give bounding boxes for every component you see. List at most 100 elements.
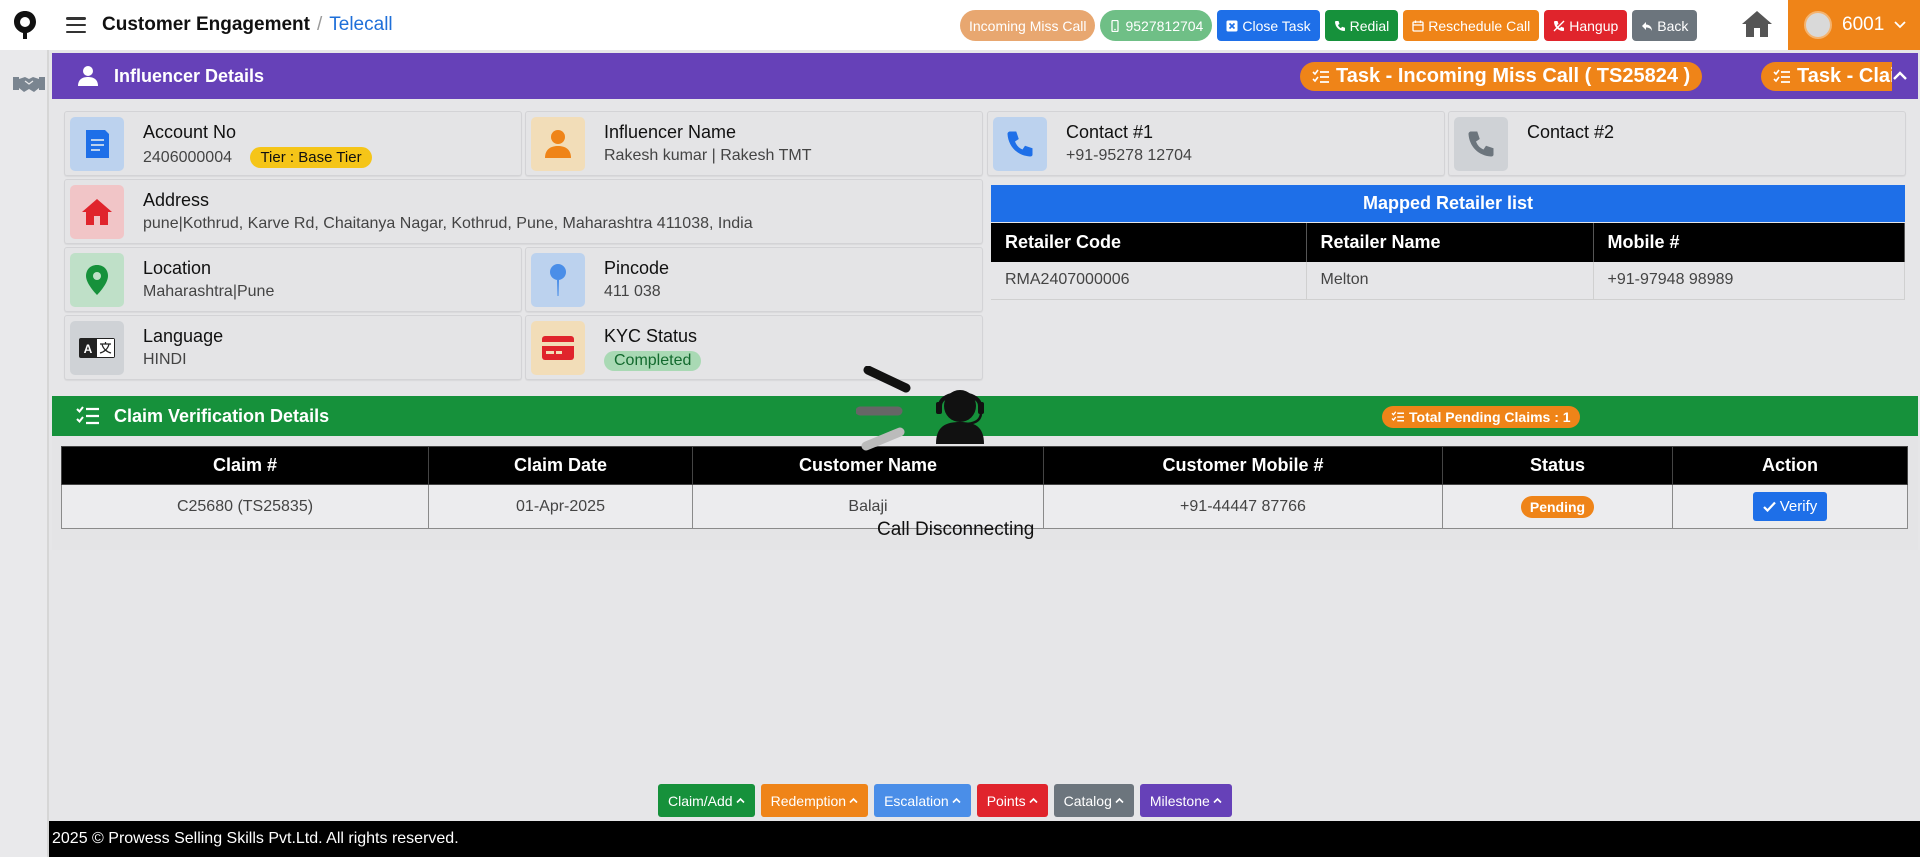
kyc-status-badge: Completed bbox=[604, 351, 702, 371]
escalation-button[interactable]: Escalation bbox=[874, 784, 971, 817]
retailer-name-cell: Melton bbox=[1306, 262, 1594, 300]
menu-toggle-icon[interactable] bbox=[64, 15, 88, 35]
location-card: Location Maharashtra|Pune bbox=[64, 247, 522, 312]
claim-number-cell: C25680 (TS25835) bbox=[61, 484, 429, 529]
phone-icon bbox=[993, 117, 1047, 171]
close-task-button[interactable]: Close Task bbox=[1217, 10, 1320, 41]
tier-badge: Tier : Base Tier bbox=[250, 147, 372, 168]
task-list-icon bbox=[76, 406, 99, 425]
pincode-value: 411 038 bbox=[604, 283, 661, 300]
column-header[interactable]: Action bbox=[1672, 446, 1908, 485]
influencer-details-title: Influencer Details bbox=[114, 65, 265, 86]
reschedule-call-button[interactable]: Reschedule Call bbox=[1403, 10, 1540, 41]
map-pin-icon bbox=[531, 253, 585, 307]
chevron-up-icon bbox=[736, 797, 745, 804]
table-row: RMA2407000006 Melton +91-97948 98989 bbox=[991, 262, 1905, 300]
account-card: Account No 2406000004 Tier : Base Tier bbox=[64, 111, 522, 176]
check-icon bbox=[1762, 501, 1776, 512]
retailer-table: Retailer Code Retailer Name Mobile # RMA… bbox=[991, 223, 1905, 300]
task-incoming-miss-call-chip[interactable]: Task - Incoming Miss Call ( TS25824 ) bbox=[1300, 62, 1703, 91]
user-code: 6001 bbox=[1842, 14, 1885, 35]
phone-hangup-icon bbox=[1553, 20, 1565, 31]
incoming-miss-call-badge[interactable]: Incoming Miss Call bbox=[960, 10, 1096, 41]
column-header[interactable]: Retailer Name bbox=[1306, 223, 1594, 262]
phone-icon bbox=[1454, 117, 1508, 171]
task-claim-verification-chip[interactable]: Task - Claim Ve bbox=[1761, 62, 1892, 91]
address-value: pune|Kothrud, Karve Rd, Chaitanya Nagar,… bbox=[143, 215, 753, 232]
language-icon: A bbox=[70, 321, 124, 375]
task-chip-overflow: Task - Claim Ve bbox=[1752, 53, 1892, 99]
column-header[interactable]: Claim Date bbox=[428, 446, 693, 485]
footer: 2025 © Prowess Selling Skills Pvt.Ltd. A… bbox=[49, 821, 1920, 857]
status-badge: Pending bbox=[1520, 495, 1595, 518]
user-icon bbox=[78, 66, 98, 86]
home-icon[interactable] bbox=[1740, 9, 1774, 39]
language-card: A Language HINDI bbox=[64, 315, 522, 380]
column-header[interactable]: Status bbox=[1442, 446, 1673, 485]
contact1-value[interactable]: +91-95278 12704 bbox=[1066, 147, 1192, 165]
breadcrumb-title: Customer Engagement bbox=[102, 14, 310, 35]
app-logo-icon[interactable] bbox=[0, 0, 50, 50]
influencer-name-value: Rakesh kumar | Rakesh TMT bbox=[604, 147, 812, 164]
claim-add-button[interactable]: Claim/Add bbox=[658, 784, 755, 817]
catalog-label: Catalog bbox=[1063, 792, 1112, 809]
redemption-button[interactable]: Redemption bbox=[760, 784, 869, 817]
task-list-icon bbox=[1391, 411, 1404, 422]
language-label: Language bbox=[143, 326, 224, 346]
milestone-button[interactable]: Milestone bbox=[1139, 784, 1232, 817]
retailer-mobile-cell: +91-97948 98989 bbox=[1593, 262, 1905, 300]
chevron-up-icon bbox=[952, 797, 961, 804]
location-label: Location bbox=[143, 258, 212, 278]
reply-icon bbox=[1642, 21, 1653, 31]
column-header[interactable]: Claim # bbox=[61, 446, 429, 485]
breadcrumb-separator: / bbox=[316, 14, 323, 35]
close-square-icon bbox=[1226, 20, 1238, 31]
phone-number-badge[interactable]: 9527812704 bbox=[1100, 10, 1213, 41]
verify-button[interactable]: Verify bbox=[1752, 492, 1828, 521]
task-list-icon bbox=[1773, 69, 1790, 83]
chevron-up-icon bbox=[849, 797, 858, 804]
chevron-up-icon[interactable] bbox=[1886, 62, 1914, 90]
pincode-card: Pincode 411 038 bbox=[525, 247, 983, 312]
call-action-toolbar: Incoming Miss Call 9527812704 Close Task… bbox=[960, 10, 1698, 41]
call-status-text: Call Disconnecting bbox=[877, 519, 1035, 540]
left-sidebar bbox=[0, 50, 49, 857]
spinner-icon bbox=[856, 366, 911, 451]
column-header[interactable]: Customer Mobile # bbox=[1043, 446, 1443, 485]
kyc-status-value: Completed bbox=[604, 351, 702, 371]
home-icon bbox=[70, 185, 124, 239]
back-label: Back bbox=[1657, 17, 1689, 34]
column-header[interactable]: Mobile # bbox=[1593, 223, 1905, 262]
kyc-status-label: KYC Status bbox=[604, 326, 698, 346]
handshake-icon[interactable] bbox=[12, 72, 46, 96]
total-pending-claims-chip[interactable]: Total Pending Claims : 1 bbox=[1382, 406, 1580, 428]
user-menu-button[interactable]: 6001 bbox=[1788, 0, 1920, 50]
reschedule-call-label: Reschedule Call bbox=[1428, 17, 1531, 34]
chevron-up-icon bbox=[1115, 797, 1124, 804]
map-marker-icon bbox=[70, 253, 124, 307]
back-button[interactable]: Back bbox=[1632, 10, 1698, 41]
copyright-text: 2025 © Prowess Selling Skills Pvt.Ltd. A… bbox=[52, 830, 459, 847]
breadcrumb-link-telecall[interactable]: Telecall bbox=[329, 14, 392, 36]
chevron-up-icon bbox=[1213, 797, 1222, 804]
catalog-button[interactable]: Catalog bbox=[1053, 784, 1134, 817]
influencer-name-card: Influencer Name Rakesh kumar | Rakesh TM… bbox=[525, 111, 983, 176]
headset-agent-icon bbox=[936, 390, 984, 444]
document-icon bbox=[70, 117, 124, 171]
hangup-button[interactable]: Hangup bbox=[1544, 10, 1628, 41]
redial-button[interactable]: Redial bbox=[1324, 10, 1399, 41]
points-button[interactable]: Points bbox=[976, 784, 1048, 817]
account-no-label: Account No bbox=[143, 122, 237, 142]
milestone-label: Milestone bbox=[1149, 792, 1210, 809]
column-header[interactable]: Retailer Code bbox=[991, 223, 1307, 262]
close-task-label: Close Task bbox=[1242, 17, 1311, 34]
total-pending-claims-label: Total Pending Claims : 1 bbox=[1409, 409, 1571, 425]
svg-text:A: A bbox=[84, 342, 93, 356]
retailer-code-cell: RMA2407000006 bbox=[991, 262, 1307, 300]
mobile-icon bbox=[1111, 19, 1120, 32]
claim-verification-title: Claim Verification Details bbox=[114, 405, 330, 426]
address-card: Address pune|Kothrud, Karve Rd, Chaitany… bbox=[64, 179, 983, 244]
influencer-details-header: Influencer Details Task - Incoming Miss … bbox=[52, 53, 1918, 99]
avatar bbox=[1804, 11, 1832, 39]
task-chip-2-label: Task - Claim Ve bbox=[1797, 65, 1892, 87]
